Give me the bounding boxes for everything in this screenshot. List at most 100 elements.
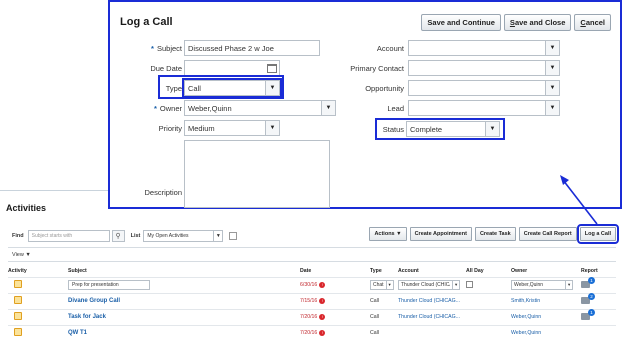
- owner-select[interactable]: Weber,Quinn ▼: [184, 100, 336, 116]
- opportunity-select[interactable]: ▼: [408, 80, 560, 96]
- activity-icon: [14, 312, 22, 320]
- column-header[interactable]: Date: [300, 265, 370, 277]
- account-select[interactable]: Thunder Cloud (CHICAG...▼: [398, 280, 460, 290]
- owner-link[interactable]: Weber,Quinn: [511, 314, 541, 320]
- type-select[interactable]: Chat ▼: [370, 280, 394, 290]
- column-header[interactable]: All Day: [466, 265, 511, 277]
- subject-input[interactable]: Prep for presentation: [68, 280, 150, 290]
- column-header[interactable]: Subject: [68, 265, 300, 277]
- description-textarea[interactable]: [184, 140, 330, 208]
- subject-label: * Subject: [140, 44, 182, 53]
- create-call-report-button[interactable]: Create Call Report: [518, 227, 577, 241]
- dialog-buttons: Save and Continue Save and Close Cancel: [421, 14, 611, 31]
- log-call-dialog: Log a Call Save and Continue Save and Cl…: [108, 0, 622, 209]
- table-row[interactable]: Task for Jack 7/20/16! Call Thunder Clou…: [8, 308, 616, 325]
- all-day-checkbox[interactable]: [466, 280, 473, 288]
- log-call-button[interactable]: Log a Call: [576, 224, 620, 244]
- report-icon[interactable]: 1: [581, 276, 595, 288]
- chevron-down-icon[interactable]: ▼: [213, 231, 222, 241]
- owner-label-text: Owner: [159, 104, 182, 113]
- priority-select[interactable]: Medium ▼: [184, 120, 280, 136]
- actions-menu-button[interactable]: Actions ▼: [369, 227, 407, 241]
- table-row[interactable]: QW T1 7/20/16! Call Weber,Quinn: [8, 324, 616, 341]
- chevron-down-icon[interactable]: ▼: [321, 101, 335, 115]
- dialog-title: Log a Call: [120, 16, 173, 28]
- cancel-button[interactable]: Cancel: [574, 14, 611, 31]
- column-header[interactable]: Type: [370, 265, 398, 277]
- column-header[interactable]: Owner: [511, 265, 581, 277]
- account-select[interactable]: ▼: [408, 40, 560, 56]
- status-label: Status: [382, 125, 404, 134]
- view-menu[interactable]: View ▼: [12, 252, 31, 258]
- owner-select[interactable]: Weber,Quinn ▼: [511, 280, 573, 290]
- priority-label: Priority: [158, 124, 182, 133]
- list-options-icon[interactable]: [229, 232, 238, 240]
- create-task-button[interactable]: Create Task: [474, 227, 516, 241]
- warning-icon: !: [319, 298, 326, 304]
- subject-link[interactable]: Task for Jack: [68, 314, 106, 320]
- account-link[interactable]: Thunder Cloud (CHICAG...: [398, 298, 460, 304]
- save-and-close-button[interactable]: Save and Close: [503, 14, 572, 31]
- primary-contact-label: Primary Contact: [350, 64, 404, 73]
- account-select-value: Thunder Cloud (CHICAG...: [401, 282, 450, 288]
- activities-title: Activities: [6, 203, 47, 213]
- type-highlight-box: [158, 75, 284, 99]
- column-header[interactable]: Account: [398, 265, 466, 277]
- activities-table: Activity Subject Date Type Account All D…: [8, 265, 616, 341]
- row-type: Call: [370, 298, 379, 304]
- opportunity-label: Opportunity: [365, 84, 404, 93]
- cancel-label: ancel: [585, 18, 605, 27]
- subject-field[interactable]: Discussed Phase 2 w Joe: [184, 40, 320, 56]
- create-appointment-button[interactable]: Create Appointment: [409, 227, 472, 241]
- table-row[interactable]: Divane Group Call 7/15/16! Call Thunder …: [8, 292, 616, 309]
- primary-contact-select[interactable]: ▼: [408, 60, 560, 76]
- due-date-field[interactable]: [184, 60, 280, 76]
- column-header[interactable]: Activity: [8, 265, 68, 277]
- list-label: List: [130, 233, 141, 239]
- table-header-row: Activity Subject Date Type Account All D…: [8, 265, 616, 277]
- report-icon[interactable]: 2: [581, 292, 595, 304]
- chevron-down-icon[interactable]: ▼: [265, 121, 279, 135]
- report-count-badge: 1: [588, 308, 595, 316]
- find-input[interactable]: Subject starts with: [27, 230, 110, 242]
- lead-select[interactable]: ▼: [408, 100, 560, 116]
- chevron-down-icon[interactable]: ▼: [545, 81, 559, 95]
- warning-icon: !: [319, 282, 326, 288]
- search-icon[interactable]: ⚲: [111, 230, 125, 242]
- table-row[interactable]: Prep for presentation 6/30/16! Chat ▼ Thu…: [8, 276, 616, 293]
- lead-label: Lead: [387, 104, 404, 113]
- owner-link[interactable]: Smith,Kristin: [511, 298, 540, 304]
- chevron-down-icon[interactable]: ▼: [385, 281, 393, 289]
- chevron-down-icon[interactable]: ▼: [565, 281, 572, 289]
- row-date: 6/30/16: [300, 282, 318, 288]
- warning-icon: !: [319, 314, 326, 320]
- report-icon[interactable]: 1: [581, 308, 595, 320]
- calendar-icon[interactable]: [267, 63, 277, 73]
- list-select[interactable]: My Open Activities ▼: [143, 230, 224, 242]
- save-and-continue-button[interactable]: Save and Continue: [421, 14, 501, 31]
- owner-label: * Owner: [140, 104, 182, 113]
- owner-link[interactable]: Weber,Quinn: [511, 330, 541, 336]
- required-marker: *: [153, 104, 157, 113]
- row-date: 7/20/16: [300, 330, 318, 337]
- activity-icon: [14, 328, 22, 337]
- chevron-down-icon[interactable]: ▼: [545, 61, 559, 75]
- report-count-badge: 2: [588, 292, 595, 300]
- activity-icon: [14, 296, 22, 304]
- divider: [8, 261, 616, 262]
- chevron-down-icon[interactable]: ▼: [452, 281, 459, 289]
- subject-link[interactable]: Divane Group Call: [68, 298, 120, 304]
- subject-link[interactable]: QW T1: [68, 330, 87, 336]
- subject-label-text: Subject: [156, 44, 182, 53]
- list-select-value: My Open Activities: [147, 233, 189, 239]
- divider: [8, 247, 616, 248]
- activities-panel: Activities Find Subject starts with ⚲ Li…: [0, 190, 622, 345]
- type-select-value: Chat: [373, 282, 384, 288]
- column-header[interactable]: Report: [581, 265, 616, 277]
- required-marker: *: [151, 44, 154, 53]
- chevron-down-icon[interactable]: ▼: [545, 41, 559, 55]
- account-link[interactable]: Thunder Cloud (CHICAG...: [398, 314, 460, 320]
- chevron-down-icon[interactable]: ▼: [485, 122, 499, 136]
- chevron-down-icon[interactable]: ▼: [545, 101, 559, 115]
- status-select[interactable]: Complete ▼: [406, 121, 500, 137]
